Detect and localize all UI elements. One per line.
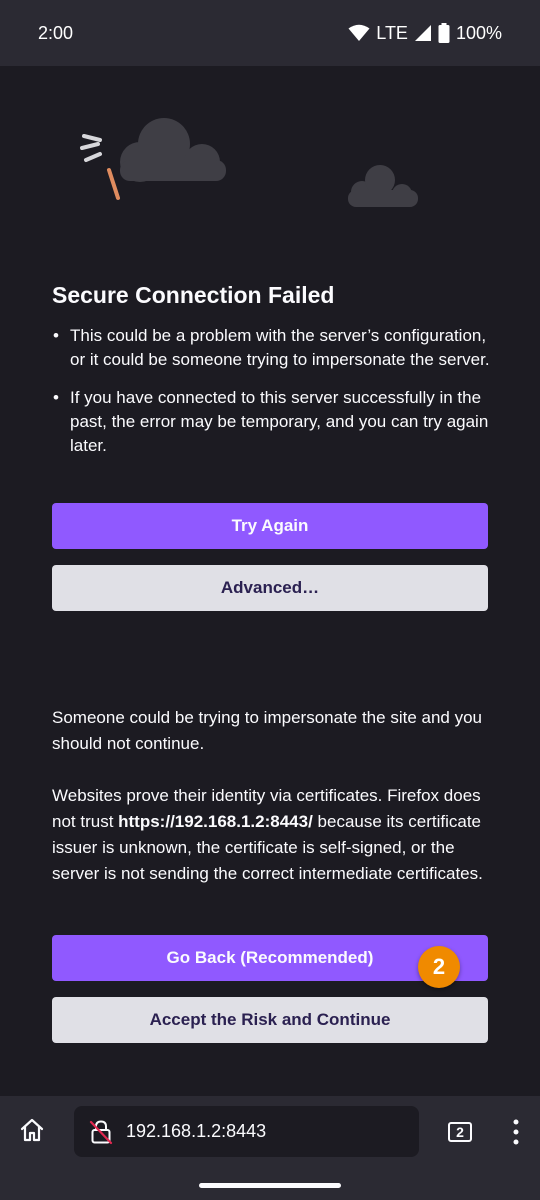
broken-lock-icon[interactable] xyxy=(88,1119,114,1145)
home-icon[interactable] xyxy=(18,1116,46,1144)
browser-toolbar: 192.168.1.2:8443 2 xyxy=(0,1096,540,1200)
try-again-button[interactable]: Try Again xyxy=(52,503,488,549)
url-text[interactable]: 192.168.1.2:8443 xyxy=(126,1121,266,1142)
error-bullet: This could be a problem with the server’… xyxy=(53,324,500,372)
wifi-icon xyxy=(348,24,370,41)
cloud-illustration xyxy=(80,118,418,207)
battery-icon xyxy=(438,23,450,43)
impersonation-warning: Someone could be trying to impersonate t… xyxy=(52,708,482,753)
advanced-button[interactable]: Advanced… xyxy=(52,565,488,611)
accept-risk-button[interactable]: Accept the Risk and Continue xyxy=(52,997,488,1043)
overflow-menu-icon[interactable] xyxy=(506,1118,526,1146)
battery-level: 100% xyxy=(455,22,502,43)
status-bar: 2:00 LTE 100% xyxy=(0,0,540,66)
certificate-host: https://192.168.1.2:8443/ xyxy=(118,812,313,831)
step-badge: 2 xyxy=(418,946,460,988)
url-bar[interactable]: 192.168.1.2:8443 xyxy=(74,1106,419,1157)
error-bullet: If you have connected to this server suc… xyxy=(53,386,500,458)
certificate-explanation: Websites prove their identity via certif… xyxy=(52,783,492,887)
tabs-icon[interactable]: 2 xyxy=(448,1122,472,1142)
network-type: LTE xyxy=(376,22,408,43)
gesture-bar[interactable] xyxy=(199,1183,341,1188)
error-bullet-list: This could be a problem with the server’… xyxy=(52,324,500,472)
status-icons: LTE 100% xyxy=(348,23,502,44)
signal-icon xyxy=(414,25,431,41)
error-title: Secure Connection Failed xyxy=(52,282,335,308)
status-time: 2:00 xyxy=(38,22,74,43)
error-page: Secure Connection Failed This could be a… xyxy=(0,66,540,1096)
